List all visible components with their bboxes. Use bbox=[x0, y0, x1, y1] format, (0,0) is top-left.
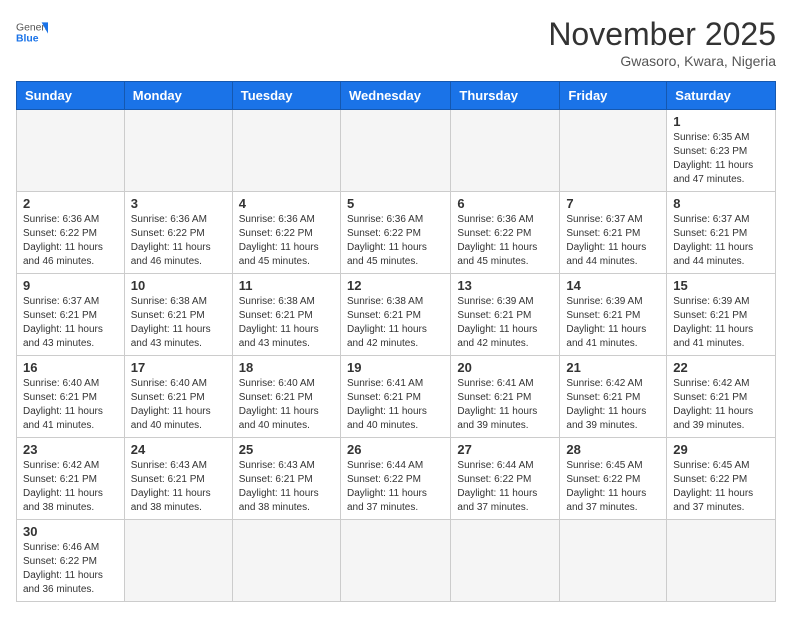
day-cell-15: 15 Sunrise: 6:39 AM Sunset: 6:21 PM Dayl… bbox=[667, 274, 776, 356]
day-cell-21: 21 Sunrise: 6:42 AM Sunset: 6:21 PM Dayl… bbox=[560, 356, 667, 438]
week-row-4: 16 Sunrise: 6:40 AM Sunset: 6:21 PM Dayl… bbox=[17, 356, 776, 438]
day-cell-10: 10 Sunrise: 6:38 AM Sunset: 6:21 PM Dayl… bbox=[124, 274, 232, 356]
day-cell-1: 1 Sunrise: 6:35 AM Sunset: 6:23 PM Dayli… bbox=[667, 110, 776, 192]
empty-cell bbox=[560, 110, 667, 192]
day-cell-29: 29 Sunrise: 6:45 AM Sunset: 6:22 PM Dayl… bbox=[667, 438, 776, 520]
day-cell-19: 19 Sunrise: 6:41 AM Sunset: 6:21 PM Dayl… bbox=[340, 356, 450, 438]
day-cell-22: 22 Sunrise: 6:42 AM Sunset: 6:21 PM Dayl… bbox=[667, 356, 776, 438]
day-cell-6: 6 Sunrise: 6:36 AM Sunset: 6:22 PM Dayli… bbox=[451, 192, 560, 274]
empty-cell bbox=[17, 110, 125, 192]
empty-cell bbox=[451, 520, 560, 602]
day-cell-9: 9 Sunrise: 6:37 AM Sunset: 6:21 PM Dayli… bbox=[17, 274, 125, 356]
empty-cell bbox=[232, 520, 340, 602]
week-row-5: 23 Sunrise: 6:42 AM Sunset: 6:21 PM Dayl… bbox=[17, 438, 776, 520]
day-cell-11: 11 Sunrise: 6:38 AM Sunset: 6:21 PM Dayl… bbox=[232, 274, 340, 356]
empty-cell bbox=[340, 520, 450, 602]
day-cell-27: 27 Sunrise: 6:44 AM Sunset: 6:22 PM Dayl… bbox=[451, 438, 560, 520]
day-cell-25: 25 Sunrise: 6:43 AM Sunset: 6:21 PM Dayl… bbox=[232, 438, 340, 520]
empty-cell bbox=[340, 110, 450, 192]
header-thursday: Thursday bbox=[451, 82, 560, 110]
week-row-6: 30 Sunrise: 6:46 AM Sunset: 6:22 PM Dayl… bbox=[17, 520, 776, 602]
title-block: November 2025 Gwasoro, Kwara, Nigeria bbox=[548, 16, 776, 69]
day-cell-12: 12 Sunrise: 6:38 AM Sunset: 6:21 PM Dayl… bbox=[340, 274, 450, 356]
day-cell-18: 18 Sunrise: 6:40 AM Sunset: 6:21 PM Dayl… bbox=[232, 356, 340, 438]
day-cell-3: 3 Sunrise: 6:36 AM Sunset: 6:22 PM Dayli… bbox=[124, 192, 232, 274]
empty-cell bbox=[124, 110, 232, 192]
day-cell-8: 8 Sunrise: 6:37 AM Sunset: 6:21 PM Dayli… bbox=[667, 192, 776, 274]
weekday-header-row: Sunday Monday Tuesday Wednesday Thursday… bbox=[17, 82, 776, 110]
day-cell-2: 2 Sunrise: 6:36 AM Sunset: 6:22 PM Dayli… bbox=[17, 192, 125, 274]
calendar-table: Sunday Monday Tuesday Wednesday Thursday… bbox=[16, 81, 776, 602]
header-monday: Monday bbox=[124, 82, 232, 110]
week-row-1: 1 Sunrise: 6:35 AM Sunset: 6:23 PM Dayli… bbox=[17, 110, 776, 192]
empty-cell bbox=[232, 110, 340, 192]
day-cell-14: 14 Sunrise: 6:39 AM Sunset: 6:21 PM Dayl… bbox=[560, 274, 667, 356]
day-cell-4: 4 Sunrise: 6:36 AM Sunset: 6:22 PM Dayli… bbox=[232, 192, 340, 274]
logo-icon: General Blue bbox=[16, 16, 48, 48]
location: Gwasoro, Kwara, Nigeria bbox=[548, 53, 776, 69]
day-cell-13: 13 Sunrise: 6:39 AM Sunset: 6:21 PM Dayl… bbox=[451, 274, 560, 356]
header-tuesday: Tuesday bbox=[232, 82, 340, 110]
page-header: General Blue November 2025 Gwasoro, Kwar… bbox=[16, 16, 776, 69]
header-friday: Friday bbox=[560, 82, 667, 110]
logo: General Blue bbox=[16, 16, 48, 48]
week-row-3: 9 Sunrise: 6:37 AM Sunset: 6:21 PM Dayli… bbox=[17, 274, 776, 356]
day-cell-16: 16 Sunrise: 6:40 AM Sunset: 6:21 PM Dayl… bbox=[17, 356, 125, 438]
empty-cell bbox=[560, 520, 667, 602]
day-cell-24: 24 Sunrise: 6:43 AM Sunset: 6:21 PM Dayl… bbox=[124, 438, 232, 520]
day-cell-17: 17 Sunrise: 6:40 AM Sunset: 6:21 PM Dayl… bbox=[124, 356, 232, 438]
header-sunday: Sunday bbox=[17, 82, 125, 110]
week-row-2: 2 Sunrise: 6:36 AM Sunset: 6:22 PM Dayli… bbox=[17, 192, 776, 274]
empty-cell bbox=[667, 520, 776, 602]
month-title: November 2025 bbox=[548, 16, 776, 53]
svg-text:Blue: Blue bbox=[16, 34, 39, 45]
day-cell-5: 5 Sunrise: 6:36 AM Sunset: 6:22 PM Dayli… bbox=[340, 192, 450, 274]
empty-cell bbox=[451, 110, 560, 192]
header-wednesday: Wednesday bbox=[340, 82, 450, 110]
day-cell-23: 23 Sunrise: 6:42 AM Sunset: 6:21 PM Dayl… bbox=[17, 438, 125, 520]
day-cell-26: 26 Sunrise: 6:44 AM Sunset: 6:22 PM Dayl… bbox=[340, 438, 450, 520]
day-cell-30: 30 Sunrise: 6:46 AM Sunset: 6:22 PM Dayl… bbox=[17, 520, 125, 602]
day-cell-28: 28 Sunrise: 6:45 AM Sunset: 6:22 PM Dayl… bbox=[560, 438, 667, 520]
day-cell-20: 20 Sunrise: 6:41 AM Sunset: 6:21 PM Dayl… bbox=[451, 356, 560, 438]
empty-cell bbox=[124, 520, 232, 602]
day-cell-7: 7 Sunrise: 6:37 AM Sunset: 6:21 PM Dayli… bbox=[560, 192, 667, 274]
header-saturday: Saturday bbox=[667, 82, 776, 110]
